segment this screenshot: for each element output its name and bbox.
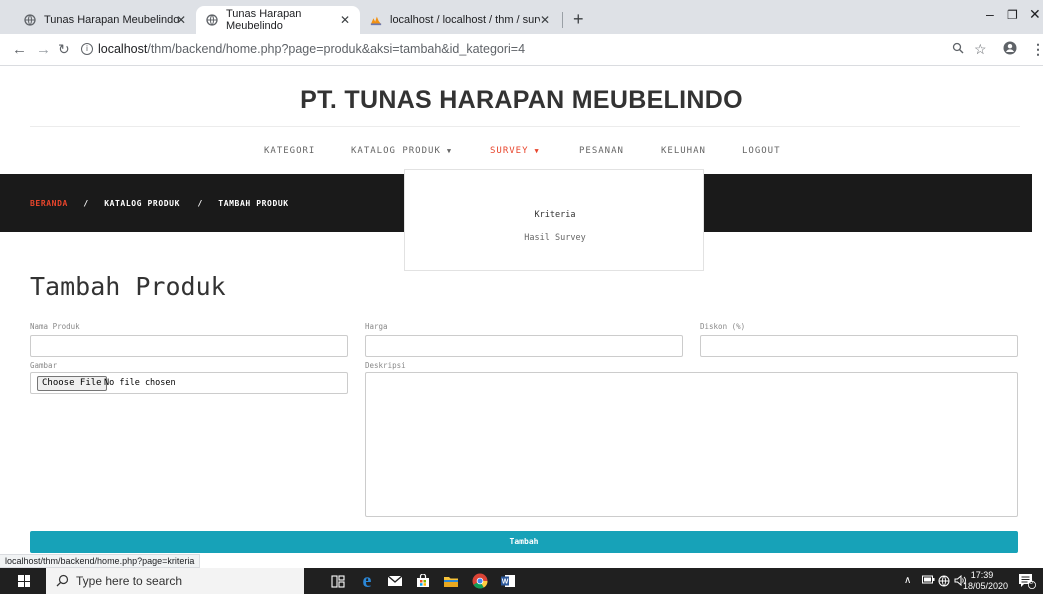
notification-count: 6 — [1029, 579, 1033, 586]
nav-kategori[interactable]: KATEGORI — [264, 146, 315, 156]
menu-item-kriteria[interactable]: Kriteria — [405, 210, 705, 220]
phpmyadmin-icon — [370, 14, 382, 26]
gambar-label: Gambar — [30, 361, 58, 370]
deskripsi-label: Deskripsi — [365, 361, 406, 370]
nav-katalog-produk[interactable]: KATALOG PRODUK ▼ — [351, 146, 452, 156]
clock-time: 17:39 — [970, 570, 994, 580]
url-field[interactable]: localhost/thm/backend/home.php?page=prod… — [98, 42, 525, 56]
breadcrumb: BERANDA / KATALOG PRODUK / TAMBAH PRODUK — [30, 199, 289, 208]
info-icon[interactable]: i — [81, 43, 93, 55]
browser-tab-2[interactable]: Tunas Harapan Meubelindo ✕ — [196, 6, 360, 34]
nav-logout[interactable]: LOGOUT — [742, 146, 781, 156]
caret-down-icon: ▼ — [446, 147, 453, 155]
mail-icon[interactable] — [385, 572, 405, 590]
breadcrumb-beranda[interactable]: BERANDA — [30, 199, 68, 208]
gambar-file-input: Choose File No file chosen — [30, 372, 348, 394]
breadcrumb-current: TAMBAH PRODUK — [218, 199, 289, 208]
url-path: /thm/backend/home.php?page=produk&aksi=t… — [147, 42, 526, 56]
edge-browser-icon[interactable]: e — [357, 570, 377, 592]
tab-separator — [562, 12, 563, 28]
browser-tab-title: Tunas Harapan Meubelindo — [44, 14, 180, 26]
search-icon — [56, 574, 69, 592]
browser-tab-1[interactable]: Tunas Harapan Meubelindo ✕ — [14, 6, 196, 34]
address-bar: ← → ↻ i localhost/thm/backend/home.php?p… — [0, 34, 1043, 66]
chrome-icon[interactable] — [470, 572, 490, 590]
page-content: PT. TUNAS HARAPAN MEUBELINDO KATEGORI KA… — [0, 66, 1043, 566]
bookmark-star-icon[interactable]: ☆ — [974, 41, 987, 58]
close-tab-icon[interactable]: ✕ — [176, 13, 186, 27]
close-tab-icon[interactable]: ✕ — [540, 13, 550, 27]
chevron-up-icon[interactable]: ∧ — [904, 575, 911, 586]
browser-tab-title: Tunas Harapan Meubelindo — [226, 8, 302, 32]
caret-down-icon: ▼ — [534, 147, 540, 155]
deskripsi-textarea[interactable] — [365, 372, 1018, 517]
header-divider — [30, 126, 1020, 127]
page-title: Tambah Produk — [30, 272, 226, 301]
nama-produk-input[interactable] — [30, 335, 348, 357]
restore-icon[interactable]: ❐ — [1007, 8, 1018, 22]
browser-tab-strip: Tunas Harapan Meubelindo ✕ Tunas Harapan… — [0, 0, 1043, 34]
nav-survey[interactable]: SURVEY ▼ — [490, 146, 540, 156]
diskon-label: Diskon (%) — [700, 322, 746, 331]
globe-icon — [206, 14, 218, 26]
nav-survey-label: SURVEY — [490, 146, 529, 156]
clock-date: 18/05/2020 — [963, 581, 1009, 591]
breadcrumb-katalog[interactable]: KATALOG PRODUK — [104, 199, 180, 208]
close-window-icon[interactable]: ✕ — [1029, 6, 1041, 23]
breadcrumb-separator: / — [197, 199, 203, 208]
survey-dropdown-menu: Kriteria Hasil Survey — [404, 169, 704, 271]
diskon-input[interactable] — [700, 335, 1018, 357]
choose-file-button[interactable]: Choose File — [37, 376, 107, 391]
file-explorer-icon[interactable] — [441, 572, 461, 590]
profile-icon[interactable] — [1003, 41, 1017, 58]
nav-keluhan[interactable]: KELUHAN — [661, 146, 706, 156]
windows-start-icon[interactable] — [18, 575, 30, 587]
menu-dots-icon[interactable]: ⋮ — [1031, 41, 1043, 58]
notification-icon[interactable]: 6 — [1018, 573, 1036, 592]
nav-katalog-label: KATALOG PRODUK — [351, 146, 441, 156]
taskbar-clock[interactable]: 17:39 18/05/2020 — [963, 570, 1009, 592]
search-placeholder: Type here to search — [76, 574, 183, 588]
url-host: localhost — [98, 42, 148, 56]
forward-icon[interactable]: → — [36, 41, 51, 58]
file-status-text: No file chosen — [104, 378, 176, 388]
breadcrumb-separator: / — [83, 199, 89, 208]
site-brand[interactable]: PT. TUNAS HARAPAN MEUBELINDO — [0, 86, 1043, 115]
back-icon[interactable]: ← — [12, 41, 27, 58]
globe-icon — [24, 14, 36, 26]
nav-pesanan[interactable]: PESANAN — [579, 146, 624, 156]
browser-tab-title: localhost / localhost / thm / surv — [390, 14, 540, 26]
store-icon[interactable] — [413, 572, 433, 590]
svg-text:W: W — [502, 579, 509, 586]
harga-label: Harga — [365, 322, 388, 331]
close-tab-icon[interactable]: ✕ — [340, 13, 350, 27]
task-view-icon[interactable] — [328, 572, 348, 590]
zoom-icon[interactable] — [952, 41, 964, 57]
battery-icon[interactable] — [922, 575, 935, 587]
word-icon[interactable]: W — [498, 572, 518, 590]
status-url-tooltip: localhost/thm/backend/home.php?page=krit… — [0, 554, 201, 568]
tambah-button[interactable]: Tambah — [30, 531, 1018, 553]
windows-taskbar: Type here to search e W ∧ 17:39 18/05/20… — [0, 568, 1043, 594]
menu-item-hasil-survey[interactable]: Hasil Survey — [405, 233, 705, 243]
network-globe-icon[interactable] — [938, 575, 950, 590]
taskbar-search-box[interactable]: Type here to search — [46, 568, 304, 594]
scrollbar[interactable] — [1032, 66, 1043, 566]
minimize-icon[interactable]: – — [986, 6, 994, 22]
nama-produk-label: Nama Produk — [30, 322, 80, 331]
harga-input[interactable] — [365, 335, 683, 357]
reload-icon[interactable]: ↻ — [58, 41, 70, 58]
new-tab-icon[interactable]: + — [573, 10, 584, 28]
browser-tab-3[interactable]: localhost / localhost / thm / surv ✕ — [360, 6, 560, 34]
